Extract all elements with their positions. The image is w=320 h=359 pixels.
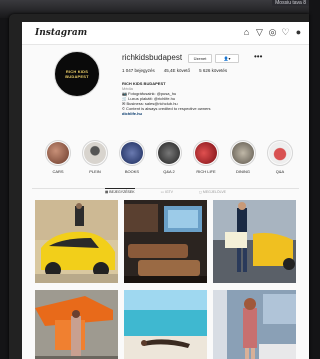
avatar-logo-text: RICH KIDS BUDAPEST [65,69,89,79]
follow-dropdown-button[interactable]: 👤▾ [215,54,239,63]
post-thumbnail[interactable] [213,290,296,359]
bio: RICH KIDS BUDAPEST Média 📷 Fotográfusain… [122,81,211,116]
avatar[interactable]: RICH KIDS BUDAPEST [54,51,100,97]
highlight-plein[interactable]: PLEIN [82,140,108,174]
post-thumbnail[interactable] [124,290,207,359]
highlight-cars[interactable]: CARS [45,140,71,174]
tabs-divider [32,188,299,189]
highlight-qa2[interactable]: Q&A 2 [156,140,182,174]
home-icon[interactable]: ⌂ [242,28,251,37]
direct-icon[interactable]: ▽ [255,28,264,37]
instagram-logo[interactable]: Instagram [35,28,87,38]
person-icon: 👤▾ [223,56,231,61]
following-count[interactable]: 5 626 követés [199,68,227,73]
website-link[interactable]: dichlife.hu [122,111,211,116]
more-options-icon[interactable]: ••• [254,52,262,61]
profile-icon[interactable]: ● [294,28,303,37]
username: richkidsbudapest [122,53,183,62]
tab-tagged[interactable]: ◻ MEGJELÖLVE [199,190,226,194]
highlight-qa[interactable]: Q&A [267,140,293,174]
post-thumbnail[interactable] [124,200,207,283]
profile-tabs: ▦ BEJEGYZÉSEK ▭ IGTV ◻ MEGJELÖLVE [22,188,309,194]
nav-icons: ⌂ ▽ ◎ ♡ ● [242,28,303,37]
post-thumbnail[interactable] [35,200,118,283]
post-thumbnail[interactable] [213,200,296,283]
posts-count: 1 047 bejegyzés [122,68,155,73]
tab-posts[interactable]: ▦ BEJEGYZÉSEK [104,188,135,194]
highlight-rich-life[interactable]: RICH LIFE [193,140,219,174]
top-nav: Instagram ⌂ ▽ ◎ ♡ ● [22,22,309,45]
message-button[interactable]: Üzenet [188,54,212,63]
corner-label: Mossiu tava 8 [272,0,309,6]
highlight-books[interactable]: BOOKS [119,140,145,174]
profile-stats: 1 047 bejegyzés 45,4E követő 5 626 követ… [122,68,227,73]
post-thumbnail[interactable] [35,290,118,359]
browser-screen: Instagram ⌂ ▽ ◎ ♡ ● RICH KIDS BUDAPEST r… [22,22,309,359]
heart-icon[interactable]: ♡ [281,28,290,37]
explore-icon[interactable]: ◎ [268,28,277,37]
followers-count[interactable]: 45,4E követő [164,68,190,73]
highlight-dining[interactable]: DINING [230,140,256,174]
tab-igtv[interactable]: ▭ IGTV [161,190,173,194]
